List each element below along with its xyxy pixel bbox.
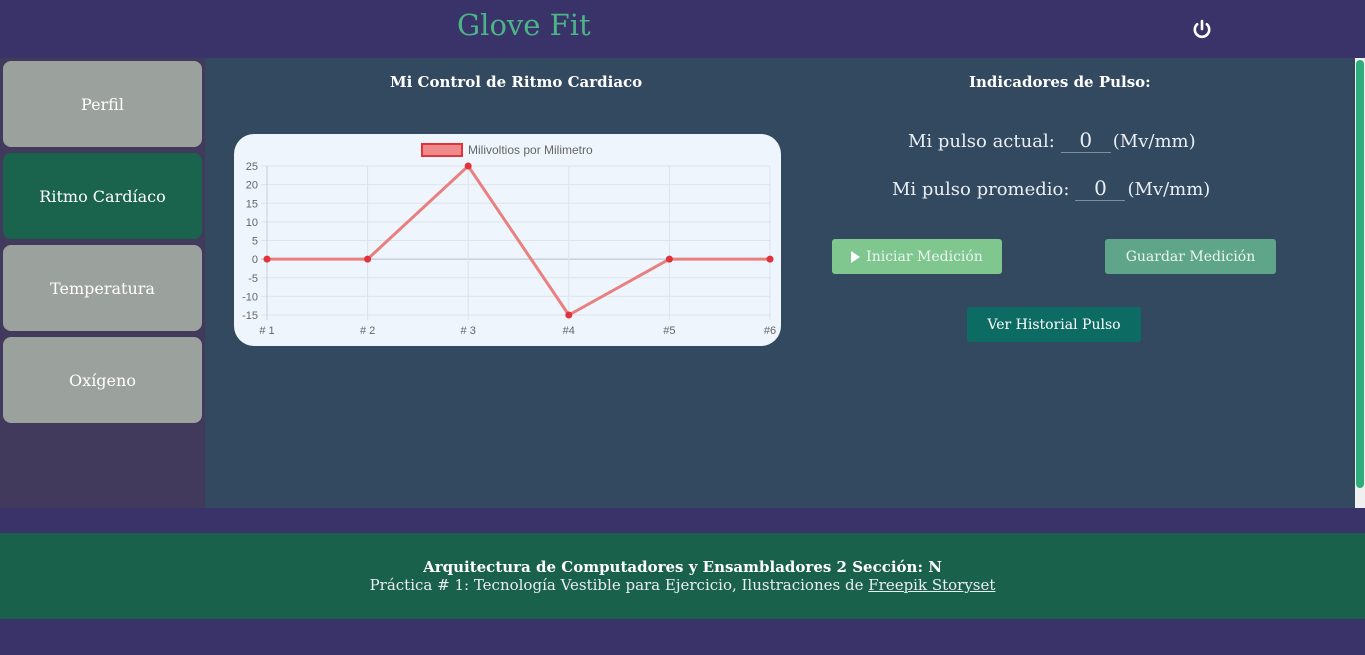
indicators-title: Indicadores de Pulso: [969, 73, 1151, 91]
pulse-history-label: Ver Historial Pulso [987, 316, 1121, 333]
pulse-avg-unit: (Mv/mm) [1127, 179, 1211, 200]
pulse-current-unit: (Mv/mm) [1112, 131, 1196, 152]
save-measurement-button[interactable]: Guardar Medición [1105, 239, 1276, 274]
y-tick-label: 25 [246, 161, 258, 173]
sidebar-item-label: Ritmo Cardíaco [39, 186, 166, 206]
save-measurement-label: Guardar Medición [1125, 248, 1256, 265]
pulse-avg-row: Mi pulso promedio: 0 (Mv/mm) [892, 176, 1210, 201]
y-tick-label: 0 [252, 254, 258, 266]
x-tick-label: #5 [663, 325, 675, 337]
start-measurement-button[interactable]: Iniciar Medición [832, 239, 1002, 274]
start-measurement-label: Iniciar Medición [866, 248, 983, 265]
legend-swatch [421, 143, 463, 157]
y-tick-label: 5 [252, 236, 258, 248]
x-tick-label: #4 [563, 325, 575, 337]
freepik-link[interactable]: Freepik Storyset [868, 576, 995, 594]
x-tick-label: #6 [764, 325, 776, 337]
power-icon[interactable] [1190, 18, 1214, 42]
sidebar-item-temperatura[interactable]: Temperatura [3, 245, 202, 331]
pulse-avg-value: 0 [1075, 176, 1126, 201]
footer: Arquitectura de Computadores y Ensamblad… [0, 533, 1365, 619]
x-tick-label: # 1 [259, 325, 274, 337]
sidebar-item-ritmo-cardiaco[interactable]: Ritmo Cardíaco [3, 153, 202, 239]
data-point [263, 255, 271, 263]
sidebar: Perfil Ritmo Cardíaco Temperatura Oxígen… [0, 58, 205, 508]
y-tick-label: -10 [242, 291, 258, 303]
y-tick-label: -5 [248, 273, 258, 285]
sidebar-item-oxigeno[interactable]: Oxígeno [3, 337, 202, 423]
sidebar-item-label: Temperatura [50, 278, 155, 298]
legend-label: Milivoltios por Milimetro [468, 143, 593, 157]
footer-spacer [0, 508, 1365, 533]
y-tick-label: -15 [242, 310, 258, 322]
pulse-chart-svg: 25 20 15 10 5 0 -5 -10 -15# 1 # 2 # 3 #4 #5 #6 Milivol… [242, 143, 776, 337]
chart-section-title: Mi Control de Ritmo Cardiaco [390, 73, 643, 91]
sidebar-item-label: Oxígeno [69, 370, 136, 390]
sidebar-item-label: Perfil [81, 94, 124, 114]
pulse-chart: 25 20 15 10 5 0 -5 -10 -15 # 1 # 2 # 3 #4 #5 #6 Milivol… [234, 134, 781, 346]
y-tick-label: 10 [246, 217, 258, 229]
footer-credits-text: Práctica # 1: Tecnología Vestible para E… [369, 576, 864, 594]
brand-title: Glove Fit [457, 8, 591, 42]
top-bar: Glove Fit [0, 0, 1365, 58]
y-tick-label: 15 [246, 198, 258, 210]
y-tick-label: 20 [246, 180, 258, 192]
data-point [565, 311, 573, 319]
data-point [665, 255, 673, 263]
play-icon [851, 250, 861, 263]
sidebar-item-perfil[interactable]: Perfil [3, 61, 202, 147]
x-tick-label: # 2 [360, 325, 375, 337]
pulse-current-label: Mi pulso actual: [908, 131, 1055, 152]
x-tick-label: # 3 [461, 325, 476, 337]
data-point [766, 255, 774, 263]
pulse-current-value: 0 [1060, 128, 1111, 153]
footer-credits: Práctica # 1: Tecnología Vestible para E… [0, 576, 1365, 594]
data-point [464, 162, 472, 170]
scrollbar-thumb[interactable] [1356, 60, 1364, 488]
footer-course-title: Arquitectura de Computadores y Ensamblad… [423, 558, 942, 576]
pulse-current-row: Mi pulso actual: 0 (Mv/mm) [908, 128, 1196, 153]
data-point [364, 255, 372, 263]
pulse-avg-label: Mi pulso promedio: [892, 179, 1070, 200]
pulse-history-button[interactable]: Ver Historial Pulso [967, 307, 1141, 342]
